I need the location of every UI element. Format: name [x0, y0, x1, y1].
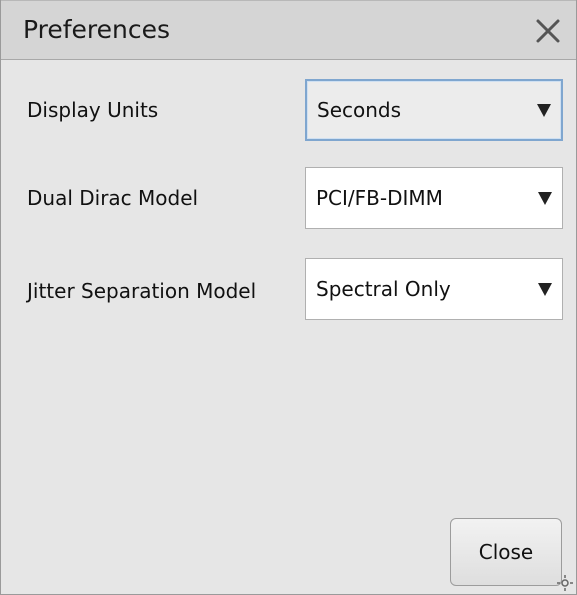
chevron-down-icon [537, 104, 551, 117]
chevron-down-icon [538, 192, 552, 205]
close-button[interactable]: Close [450, 518, 562, 586]
dual-dirac-model-value: PCI/FB-DIMM [316, 186, 443, 210]
dialog-title: Preferences [23, 15, 171, 44]
chevron-down-icon [538, 283, 552, 296]
jitter-separation-model-select[interactable]: Spectral Only [305, 258, 563, 320]
jitter-separation-model-label: Jitter Separation Model [27, 279, 257, 303]
display-units-value: Seconds [317, 98, 402, 122]
jitter-separation-model-value: Spectral Only [316, 277, 451, 301]
preferences-dialog: Preferences Display Units Seconds Dual D… [0, 0, 577, 595]
resize-grip-icon[interactable] [556, 574, 574, 592]
dual-dirac-model-label: Dual Dirac Model [27, 186, 199, 210]
display-units-select[interactable]: Seconds [305, 79, 563, 141]
dual-dirac-model-select[interactable]: PCI/FB-DIMM [305, 167, 563, 229]
title-bar[interactable]: Preferences [1, 0, 576, 60]
display-units-label: Display Units [27, 98, 159, 122]
close-icon[interactable] [532, 15, 564, 47]
